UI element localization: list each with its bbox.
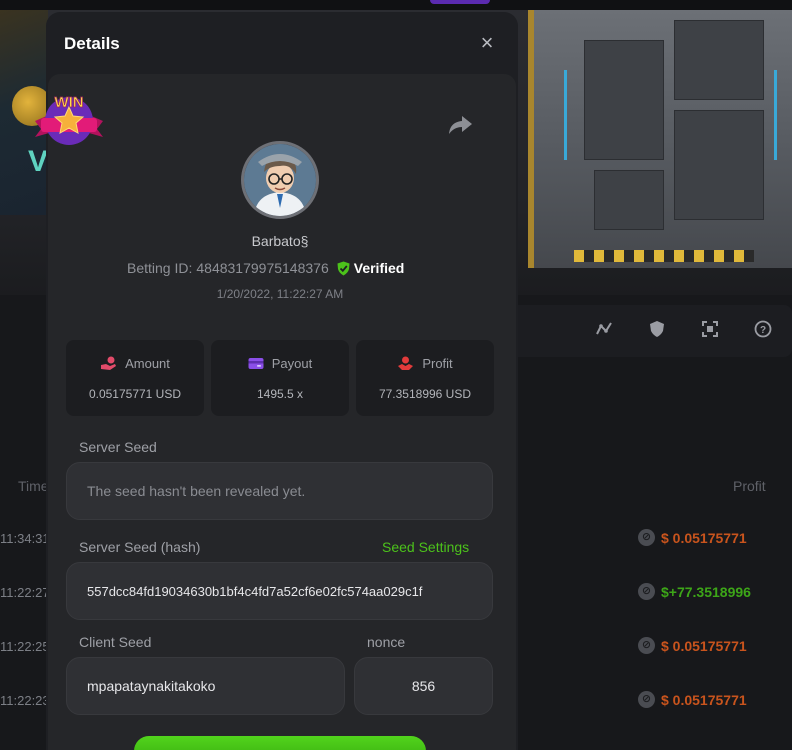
coin-icon: ⊘ (638, 583, 655, 600)
stat-value: 1495.5 x (256, 387, 304, 401)
stat-label: Profit (422, 356, 453, 371)
hazard-stripe (574, 250, 754, 262)
stat-label: Payout (271, 356, 313, 371)
stat-value: 0.05175771 USD (88, 387, 182, 401)
verified-badge: Verified (337, 260, 405, 276)
play-button[interactable] (134, 736, 426, 750)
door-panel (674, 20, 764, 100)
door-panel (594, 170, 664, 230)
share-icon[interactable] (446, 112, 474, 138)
row-time: 11:22:25 (0, 639, 50, 654)
profit-hand-icon (398, 356, 414, 370)
svg-text:WIN: WIN (54, 94, 83, 111)
stat-amount: Amount 0.05175771 USD (66, 340, 204, 416)
stat-label: Amount (125, 356, 170, 371)
betting-id-row: Betting ID: 48483179975148376 Verified (127, 260, 404, 276)
username: Barbato§ (251, 233, 309, 249)
row-time: 11:34:31 (0, 531, 50, 546)
server-seed-hash-field[interactable]: 557dcc84fd19034630b1bf4c4fd7a52cf6e02fc5… (66, 562, 493, 620)
client-seed-field[interactable]: mpapataynakitakoko (66, 657, 345, 715)
door-panel (674, 110, 764, 220)
coin-icon: ⊘ (638, 691, 655, 708)
avatar (241, 141, 319, 219)
row-profit: ⊘ $+77.3518996 (638, 583, 751, 600)
betting-id: 48483179975148376 (196, 260, 329, 276)
bet-date: 1/20/2022, 11:22:27 AM (216, 287, 344, 301)
row-profit: ⊘ $ 0.05175771 (638, 637, 747, 654)
server-seed-hash-label: Server Seed (hash) (79, 539, 201, 555)
door-light (774, 70, 777, 160)
top-bar (0, 0, 792, 10)
door-panel (584, 40, 664, 160)
row-profit: ⊘ $ 0.05175771 (638, 691, 747, 708)
seed-settings-link[interactable]: Seed Settings (382, 539, 469, 555)
server-seed-label: Server Seed (79, 439, 157, 455)
hand-coin-icon (101, 356, 117, 370)
modal-title: Details (64, 34, 120, 53)
nonce-field[interactable]: 856 (354, 657, 493, 715)
column-header-profit: Profit (733, 478, 766, 494)
nonce-label: nonce (367, 634, 406, 650)
wallet-icon (248, 358, 264, 369)
shield-icon[interactable] (647, 320, 667, 340)
win-badge: WIN (33, 85, 105, 151)
row-profit: ⊘ $ 0.05175771 (638, 529, 747, 546)
row-time: 11:22:27 (0, 585, 50, 600)
coin-icon: ⊘ (638, 637, 655, 654)
row-time: 11:22:23 (0, 693, 50, 708)
server-seed-field[interactable]: The seed hasn't been revealed yet. (66, 462, 493, 520)
coin-icon: ⊘ (638, 529, 655, 546)
svg-text:?: ? (760, 325, 766, 336)
banner-door-art (528, 10, 792, 268)
verified-label: Verified (353, 260, 405, 276)
stat-payout: Payout 1495.5 x (211, 340, 349, 416)
close-icon[interactable]: × (476, 32, 498, 54)
stat-profit: Profit 77.3518996 USD (356, 340, 494, 416)
active-tab-indicator (430, 0, 490, 4)
column-header-time: Time (18, 478, 49, 494)
betting-id-label: Betting ID: (127, 260, 193, 276)
help-icon[interactable]: ? (753, 320, 773, 340)
chart-icon[interactable] (594, 320, 614, 340)
fullscreen-icon[interactable] (700, 320, 720, 340)
door-light (564, 70, 567, 160)
client-seed-label: Client Seed (79, 634, 152, 650)
verified-shield-icon (337, 261, 350, 275)
stat-value: 77.3518996 USD (378, 387, 472, 401)
